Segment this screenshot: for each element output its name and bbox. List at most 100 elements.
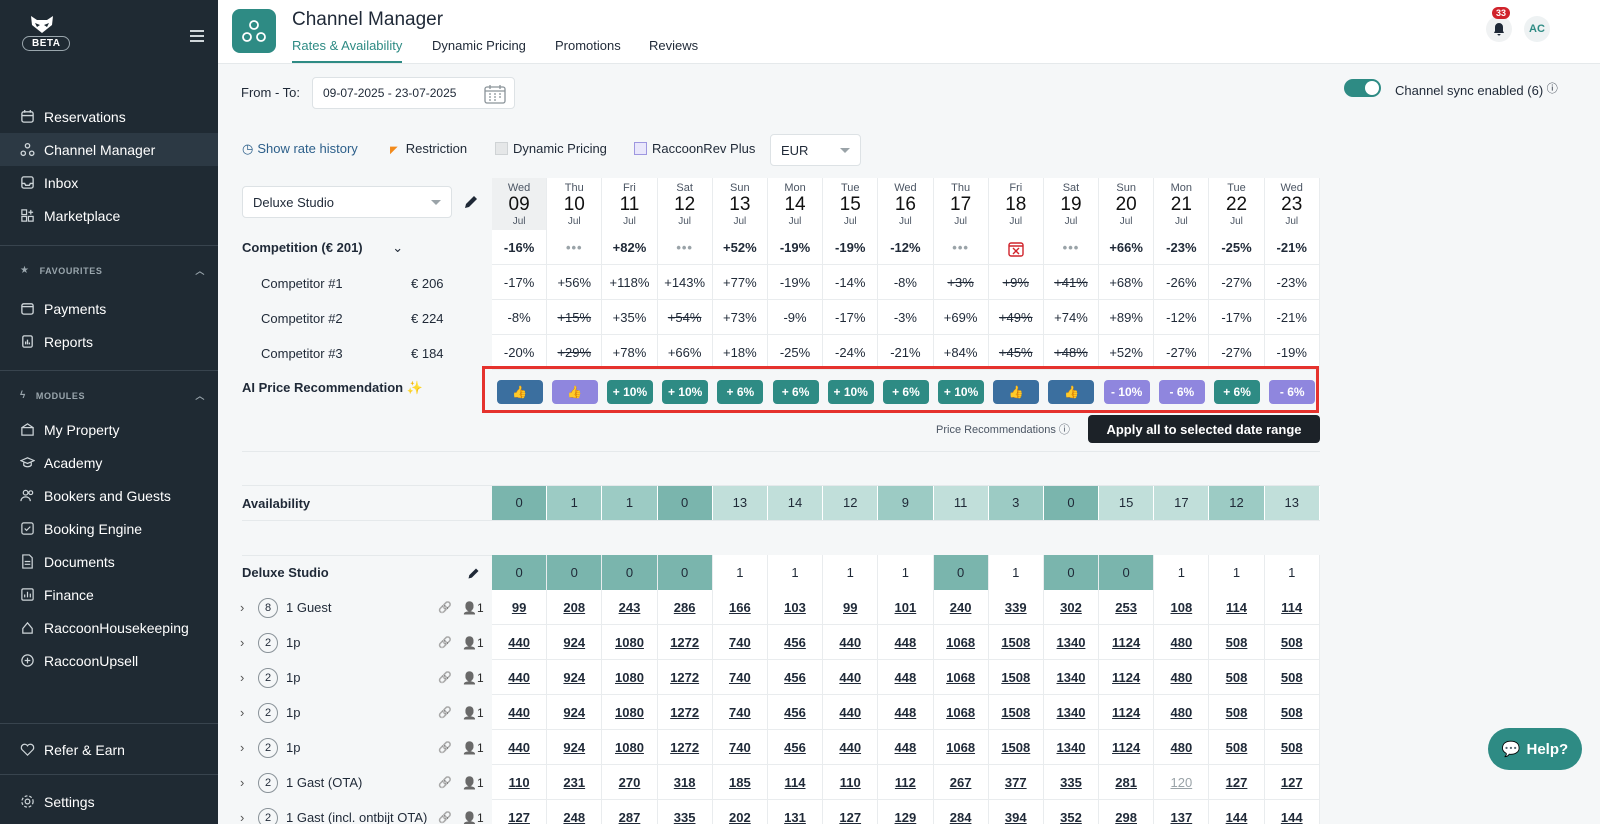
sidebar-item-my-property[interactable]: My Property: [0, 413, 218, 446]
rate-plan-row-label[interactable]: › 2 1p 🔗 👤1: [240, 695, 486, 730]
sidebar-item-raccoon-housekeeping[interactable]: RaccoonHousekeeping: [0, 611, 218, 644]
rate-cell[interactable]: 1080: [602, 660, 658, 695]
rate-cell[interactable]: 508: [1264, 660, 1320, 695]
room-availability-cell[interactable]: 1: [1264, 555, 1320, 590]
rate-cell[interactable]: 127: [823, 800, 879, 824]
rate-cell[interactable]: 335: [657, 800, 713, 824]
rate-cell[interactable]: 1508: [988, 625, 1044, 660]
sidebar-item-channel-manager[interactable]: Channel Manager: [0, 133, 218, 166]
rate-cell[interactable]: 103: [767, 590, 824, 625]
rate-cell[interactable]: 1508: [988, 730, 1044, 765]
help-button[interactable]: 💬 Help?: [1488, 728, 1582, 770]
tab-dynamic-pricing[interactable]: Dynamic Pricing: [432, 38, 526, 61]
sidebar-item-academy[interactable]: Academy: [0, 446, 218, 479]
rate-cell[interactable]: 448: [878, 660, 934, 695]
rate-cell[interactable]: 137: [1154, 800, 1210, 824]
chevron-right-icon[interactable]: ›: [240, 810, 250, 824]
rate-cell[interactable]: 253: [1099, 590, 1155, 625]
date-column-header[interactable]: Wed 23 Jul: [1264, 178, 1320, 232]
room-availability-cell[interactable]: 0: [657, 555, 713, 590]
rate-cell[interactable]: 1080: [602, 625, 658, 660]
date-column-header[interactable]: Thu 10 Jul: [547, 178, 603, 232]
rate-cell[interactable]: 1080: [602, 730, 658, 765]
favourites-section-header[interactable]: ★ FAVOURITES ︿: [20, 264, 205, 277]
rate-cell[interactable]: 1124: [1099, 695, 1155, 730]
rate-cell[interactable]: 127: [1264, 765, 1320, 800]
rate-cell[interactable]: 456: [767, 730, 824, 765]
link-icon[interactable]: 🔗: [438, 741, 452, 754]
rate-cell[interactable]: 448: [878, 625, 934, 660]
rate-cell[interactable]: 144: [1264, 800, 1320, 824]
tab-rates-availability[interactable]: Rates & Availability: [292, 38, 403, 63]
link-icon[interactable]: 🔗: [438, 776, 452, 789]
rate-cell[interactable]: 318: [657, 765, 713, 800]
date-column-header[interactable]: Tue 15 Jul: [823, 178, 879, 232]
rate-cell[interactable]: 302: [1043, 590, 1100, 625]
rate-cell[interactable]: 508: [1264, 625, 1320, 660]
rate-cell[interactable]: 924: [547, 730, 603, 765]
rate-cell[interactable]: 440: [492, 625, 548, 660]
apply-all-button[interactable]: Apply all to selected date range: [1088, 415, 1320, 443]
date-column-header[interactable]: Sun 20 Jul: [1099, 178, 1155, 232]
date-column-header[interactable]: Wed 09 Jul: [492, 178, 548, 232]
room-availability-cell[interactable]: 1: [712, 555, 768, 590]
rate-cell[interactable]: 287: [602, 800, 658, 824]
rate-cell[interactable]: 1272: [657, 660, 713, 695]
show-rate-history-link[interactable]: ◷ Show rate history: [242, 141, 358, 157]
rate-cell[interactable]: 508: [1209, 695, 1265, 730]
date-column-header[interactable]: Mon 14 Jul: [767, 178, 824, 232]
rate-cell[interactable]: 456: [767, 625, 824, 660]
rate-plan-row-label[interactable]: › 2 1 Gast (OTA) 🔗 👤1: [240, 765, 486, 800]
rate-cell[interactable]: 740: [712, 660, 768, 695]
sidebar-item-booking-engine[interactable]: Booking Engine: [0, 512, 218, 545]
rate-cell[interactable]: 1068: [933, 625, 989, 660]
date-column-header[interactable]: Tue 22 Jul: [1209, 178, 1265, 232]
rate-plan-row-label[interactable]: › 2 1p 🔗 👤1: [240, 730, 486, 765]
rate-cell[interactable]: 127: [492, 800, 548, 824]
rate-cell[interactable]: 1508: [988, 660, 1044, 695]
rate-cell[interactable]: 1340: [1043, 660, 1100, 695]
link-icon[interactable]: 🔗: [438, 601, 452, 614]
rate-cell[interactable]: 440: [823, 625, 879, 660]
sidebar-item-inbox[interactable]: Inbox: [0, 166, 218, 199]
rate-cell[interactable]: 110: [823, 765, 879, 800]
sidebar-item-reports[interactable]: Reports: [0, 325, 218, 358]
room-availability-cell[interactable]: 1: [767, 555, 824, 590]
rate-cell[interactable]: 1124: [1099, 625, 1155, 660]
rate-cell[interactable]: 480: [1154, 625, 1210, 660]
chevron-right-icon[interactable]: ›: [240, 705, 250, 720]
rate-cell[interactable]: 335: [1043, 765, 1100, 800]
rate-cell[interactable]: 131: [767, 800, 824, 824]
sidebar-item-reservations[interactable]: Reservations: [0, 100, 218, 133]
date-column-header[interactable]: Mon 21 Jul: [1154, 178, 1210, 232]
room-availability-cell[interactable]: 0: [1099, 555, 1155, 590]
rate-cell[interactable]: 1340: [1043, 730, 1100, 765]
rate-cell[interactable]: 281: [1099, 765, 1155, 800]
rate-cell[interactable]: 99: [492, 590, 548, 625]
rate-plan-row-label[interactable]: › 2 1p 🔗 👤1: [240, 660, 486, 695]
currency-select[interactable]: EUR: [770, 134, 861, 166]
menu-toggle-icon[interactable]: [190, 30, 204, 42]
rate-cell[interactable]: 270: [602, 765, 658, 800]
rate-cell[interactable]: 110: [492, 765, 548, 800]
room-availability-cell[interactable]: 0: [933, 555, 989, 590]
channel-sync-toggle[interactable]: [1344, 79, 1381, 97]
rate-cell[interactable]: 1080: [602, 695, 658, 730]
rate-cell[interactable]: 240: [933, 590, 989, 625]
rate-cell[interactable]: 286: [657, 590, 713, 625]
sidebar-item-marketplace[interactable]: Marketplace: [0, 199, 218, 232]
date-column-header[interactable]: Fri 18 Jul: [988, 178, 1044, 232]
rate-cell[interactable]: 248: [547, 800, 603, 824]
rate-cell[interactable]: 924: [547, 625, 603, 660]
chevron-right-icon[interactable]: ›: [240, 635, 250, 650]
rate-cell[interactable]: 1272: [657, 730, 713, 765]
rate-cell[interactable]: 508: [1209, 660, 1265, 695]
room-availability-cell[interactable]: 1: [878, 555, 934, 590]
room-availability-cell[interactable]: 1: [988, 555, 1044, 590]
rate-cell[interactable]: 1068: [933, 660, 989, 695]
rate-cell[interactable]: 740: [712, 695, 768, 730]
tab-promotions[interactable]: Promotions: [555, 38, 621, 61]
rate-cell[interactable]: 231: [547, 765, 603, 800]
rate-cell[interactable]: 1124: [1099, 730, 1155, 765]
room-availability-cell[interactable]: 0: [602, 555, 658, 590]
